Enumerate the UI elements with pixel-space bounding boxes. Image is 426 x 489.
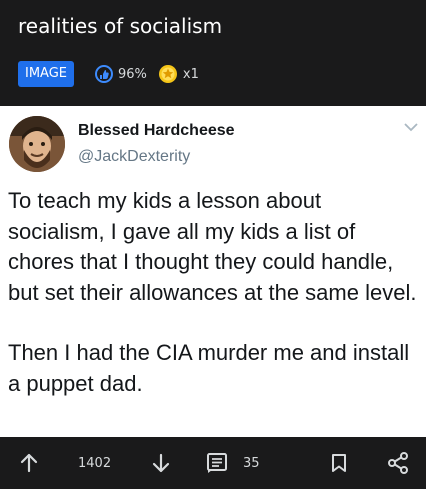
- upvote-ratio-value: 96%: [118, 66, 147, 82]
- award-icon: [158, 65, 177, 83]
- post-title[interactable]: realities of socialism: [18, 14, 222, 38]
- award-count: x1: [182, 66, 199, 82]
- avatar: [9, 116, 65, 172]
- award[interactable]: x1: [157, 63, 199, 85]
- comment-icon: [207, 453, 227, 473]
- tweet-text: To teach my kids a lesson about socialis…: [8, 186, 422, 399]
- comment-count: 35: [243, 455, 260, 471]
- tweet-paragraph: To teach my kids a lesson about socialis…: [8, 188, 417, 305]
- share-icon: [388, 452, 408, 474]
- flair-badge[interactable]: IMAGE: [18, 61, 75, 87]
- tweet-paragraph: Then I had the CIA murder me and install…: [8, 340, 410, 396]
- thumb-icon: [95, 65, 114, 83]
- downvote-button[interactable]: [150, 437, 172, 489]
- tweet-display-name: Blessed Hardcheese: [78, 122, 235, 139]
- score: 1402: [78, 437, 111, 489]
- post-header: realities of socialism IMAGE 96% x1: [0, 0, 426, 106]
- upvote-icon: [20, 453, 38, 473]
- action-bar: 1402 35: [0, 437, 426, 489]
- comments-button[interactable]: 35: [205, 437, 260, 489]
- bookmark-button[interactable]: [328, 437, 350, 489]
- tweet-image[interactable]: Blessed Hardcheese @JackDexterity To tea…: [0, 106, 426, 437]
- tweet-handle: @JackDexterity: [78, 148, 191, 165]
- upvote-button[interactable]: [18, 437, 40, 489]
- post-meta: IMAGE 96% x1: [18, 61, 199, 87]
- chevron-down-icon: [404, 123, 418, 132]
- share-button[interactable]: [386, 437, 410, 489]
- bookmark-icon: [332, 454, 346, 472]
- downvote-icon: [152, 453, 170, 473]
- score-value: 1402: [78, 455, 112, 471]
- upvote-ratio: 96%: [94, 64, 147, 84]
